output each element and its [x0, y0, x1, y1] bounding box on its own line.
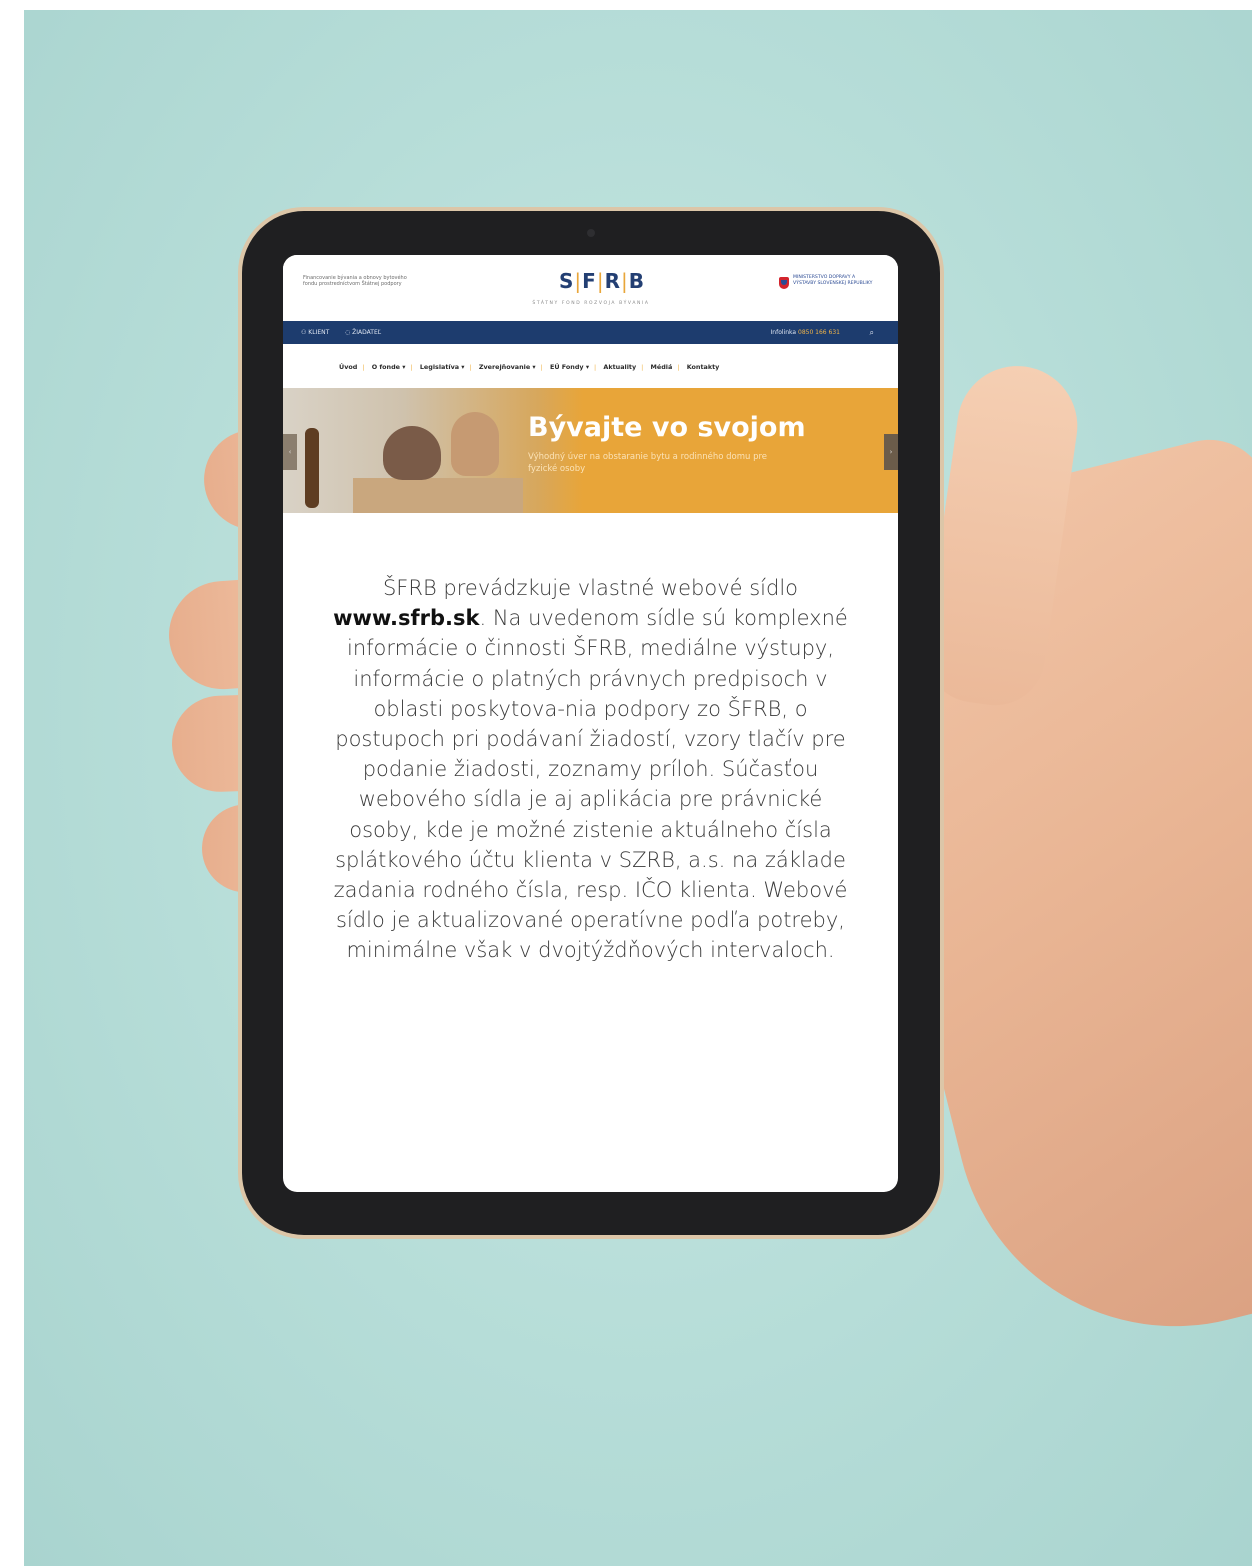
menu-item[interactable]: Zverejňovanie [479, 363, 530, 371]
description-rest: . Na uvedenom sídle sú komplexné informá… [333, 606, 848, 963]
logo-letter: F [582, 269, 597, 293]
ministry-crest-icon [779, 277, 789, 289]
hero-title: Bývajte vo svojom [528, 412, 806, 443]
logo-subtitle: ŠTÁTNY FOND ROZVOJA BÝVANIA [532, 301, 650, 306]
site-logo[interactable]: S|F|R|B [559, 269, 645, 293]
logo-letter: S [559, 269, 575, 293]
hero-banner[interactable]: Bývajte vo svojom Výhodný úver na obstar… [283, 388, 898, 513]
chevron-right-icon[interactable]: › [884, 434, 898, 470]
person-image [383, 426, 441, 480]
hero-subtitle: Výhodný úver na obstaranie bytu a rodinn… [528, 452, 768, 474]
menu-item[interactable]: Kontakty [687, 363, 720, 371]
top-bar: ⚇ KLIENT ◌ ŽIADATEĽ Infolinka 0850 166 6… [283, 321, 898, 344]
infoline-number: 0850 166 631 [798, 329, 840, 336]
person-image [451, 412, 499, 476]
infoline-label: Infolinka [770, 329, 797, 336]
main-menu: Úvod | O fonde ▾ | Legislatíva ▾ | Zverejňo… [283, 344, 898, 388]
menu-row: Úvod | O fonde ▾ | Legislatíva ▾ | Zverejňo… [339, 363, 720, 371]
search-icon[interactable]: ⌕ [870, 328, 874, 338]
guitar-image [305, 428, 319, 508]
menu-item[interactable]: EÚ Fondy [550, 363, 584, 371]
camera-icon [587, 229, 595, 237]
menu-item[interactable]: Legislatíva [420, 363, 459, 371]
header-tagline: Financovanie bývania a obnovy bytového f… [303, 275, 407, 288]
applicant-label: ŽIADATEĽ [352, 329, 382, 336]
tablet-screen: Financovanie bývania a obnovy bytového f… [283, 255, 898, 1192]
ministry-label[interactable]: MINISTERSTVO DOPRAVY A VÝSTAVBY SLOVENSK… [793, 275, 875, 287]
website-url[interactable]: www.sfrb.sk [333, 606, 479, 630]
client-link[interactable]: ⚇ KLIENT [301, 329, 329, 336]
menu-item[interactable]: O fonde [372, 363, 400, 371]
moving-box-image [353, 478, 523, 513]
menu-item[interactable]: Úvod [339, 363, 357, 371]
chevron-left-icon[interactable]: ‹ [283, 434, 297, 470]
site-header: Financovanie bývania a obnovy bytového f… [283, 255, 898, 321]
menu-item[interactable]: Médiá [651, 363, 673, 371]
logo-letter: B [628, 269, 645, 293]
description-intro: ŠFRB prevádzkuje vlastné webové sídlo [382, 576, 799, 600]
infoline[interactable]: Infolinka 0850 166 631 [771, 329, 840, 336]
logo-letter: R [604, 269, 621, 293]
description-paragraph: ŠFRB prevádzkuje vlastné webové sídlo ww… [333, 573, 848, 966]
client-label: KLIENT [308, 329, 330, 336]
applicant-link[interactable]: ◌ ŽIADATEĽ [345, 329, 381, 336]
menu-item[interactable]: Aktuality [603, 363, 636, 371]
